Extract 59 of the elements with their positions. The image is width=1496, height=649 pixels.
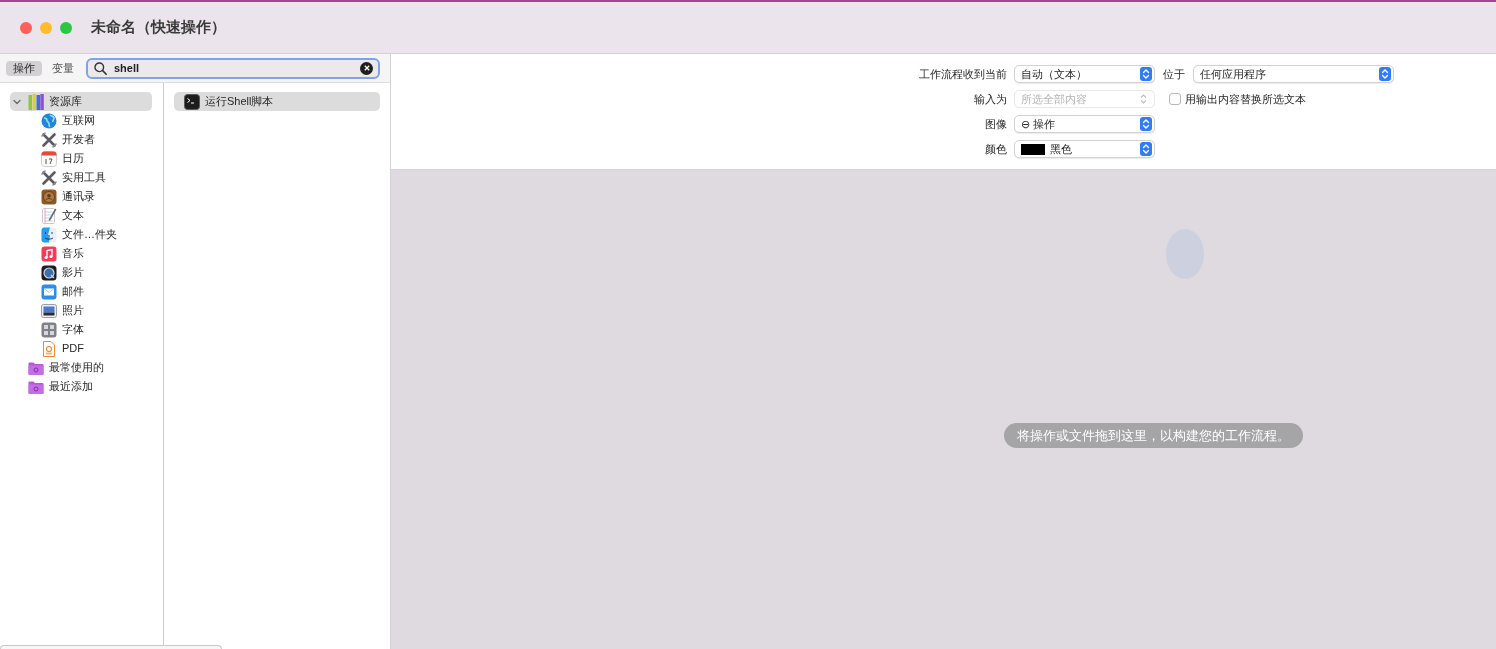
tree-item[interactable]: 日历 <box>10 149 152 168</box>
clear-button[interactable] <box>360 61 373 75</box>
field-label: 位于 <box>1163 66 1185 82</box>
tree-item[interactable]: 最常使用的 <box>10 358 152 377</box>
notepad-icon <box>41 207 57 224</box>
tree-item[interactable]: 开发者 <box>10 130 152 149</box>
updown-arrows-icon <box>1140 67 1152 81</box>
tree-item[interactable]: 通讯录 <box>10 187 152 206</box>
document-icon <box>41 340 57 357</box>
checkbox[interactable] <box>1169 93 1181 105</box>
tree-item[interactable]: 音乐 <box>10 244 152 263</box>
terminal-icon <box>184 93 200 110</box>
popup-button[interactable]: 自动（文本） <box>1014 65 1155 83</box>
tab[interactable]: 变量 <box>45 60 81 76</box>
tree-item[interactable]: 文本 <box>10 206 152 225</box>
updown-arrows-icon <box>1379 67 1391 81</box>
updown-arrows-icon <box>1140 142 1152 156</box>
music-note-icon <box>41 245 57 262</box>
drop-hint: 将操作或文件拖到这里，以构建您的工作流程。 <box>1004 423 1303 448</box>
font-tile-icon <box>41 321 57 338</box>
two-tone-face-icon <box>41 226 57 243</box>
popup-button[interactable]: 任何应用程序 <box>1193 65 1394 83</box>
tree-item[interactable]: 邮件 <box>10 282 152 301</box>
search-icon <box>94 61 107 75</box>
updown-arrows-icon <box>1140 94 1147 104</box>
checkbox-label[interactable]: 用输出内容替换所选文本 <box>1185 90 1306 108</box>
search-field[interactable]: shell <box>86 57 380 79</box>
field-label: 工作流程收到当前 <box>918 66 1007 82</box>
picture-icon <box>41 302 57 319</box>
books-icon <box>28 93 44 110</box>
globe-icon <box>41 112 57 129</box>
field-label: 图像 <box>984 116 1007 132</box>
action-item[interactable]: 运行Shell脚本 <box>174 92 380 111</box>
tree-item[interactable]: 资源库 <box>10 92 152 111</box>
window-title: 未命名（快速操作） <box>91 17 226 38</box>
lens-icon <box>41 264 57 281</box>
tree-item[interactable]: 互联网 <box>10 111 152 130</box>
popup-button[interactable]: 黑色 <box>1014 140 1155 158</box>
field-label: 输入为 <box>973 91 1007 107</box>
tab[interactable]: 操作 <box>6 60 42 76</box>
tree-item[interactable]: 字体 <box>10 320 152 339</box>
tree-item[interactable]: 照片 <box>10 301 152 320</box>
calendar-icon <box>41 150 57 167</box>
tree-item[interactable]: PDF <box>10 339 152 358</box>
tree-item[interactable]: 影片 <box>10 263 152 282</box>
close-icon <box>363 65 370 71</box>
zoom-button[interactable] <box>60 21 72 34</box>
tree-item[interactable]: 实用工具 <box>10 168 152 187</box>
popup-button[interactable]: ⊖ 操作 <box>1014 115 1155 133</box>
crossed-tools-icon <box>41 169 57 186</box>
contact-book-icon <box>41 188 57 205</box>
field-label: 颜色 <box>984 141 1007 157</box>
close-button[interactable] <box>20 21 32 34</box>
minimize-button[interactable] <box>40 21 52 34</box>
updown-arrows-icon <box>1140 117 1152 131</box>
tree-item[interactable]: 最近添加 <box>10 377 152 396</box>
tree-item[interactable]: 文件…件夹 <box>10 225 152 244</box>
envelope-icon <box>41 283 57 300</box>
crossed-tools-icon <box>41 131 57 148</box>
